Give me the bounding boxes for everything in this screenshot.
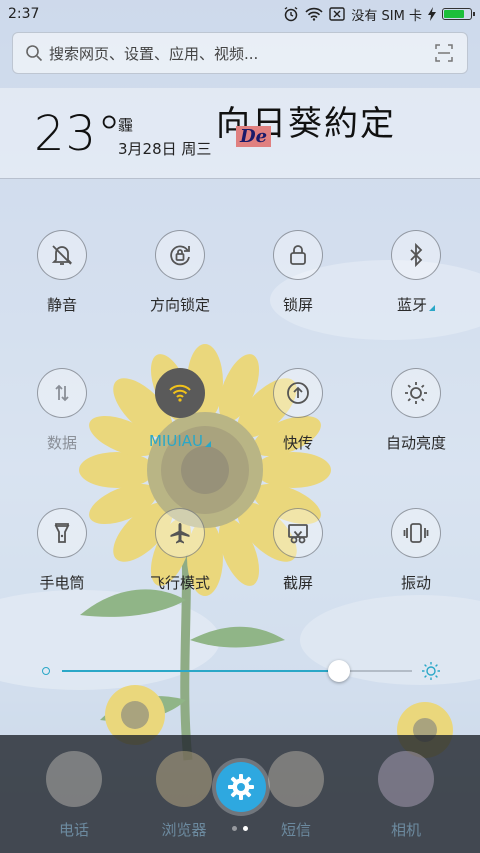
- messages-app-icon: [268, 751, 324, 807]
- date-text: 3月28日 周三: [118, 140, 212, 158]
- brightness-high-icon: [422, 662, 440, 680]
- wifi-icon: [167, 380, 193, 406]
- settings-button[interactable]: [216, 762, 266, 812]
- toggle-button[interactable]: [391, 230, 441, 280]
- toggle-button[interactable]: [37, 230, 87, 280]
- toggle-auto-brightness[interactable]: 自动亮度: [356, 368, 476, 453]
- airplane-icon: [167, 520, 193, 546]
- toggle-bluetooth[interactable]: 蓝牙: [356, 230, 476, 315]
- clock: 2:37: [8, 6, 40, 22]
- browser-app-icon: [156, 751, 212, 807]
- dock-app-label: 相机: [390, 821, 421, 839]
- wifi-status-icon: [305, 7, 324, 21]
- toggle-button[interactable]: [155, 230, 205, 280]
- phone-app-icon: [46, 751, 102, 807]
- dock-app[interactable]: 相机: [376, 751, 436, 840]
- status-bar: 2:37 没有 SIM 卡: [0, 0, 480, 28]
- toggle-airplane[interactable]: 飞行模式: [120, 508, 240, 593]
- toggle-label: MIUIAU: [120, 432, 240, 450]
- expand-indicator-icon: [429, 305, 435, 311]
- toggle-rotation-lock[interactable]: 方向锁定: [120, 230, 240, 315]
- page-indicator: [232, 826, 248, 831]
- toggle-label: 方向锁定: [149, 296, 210, 314]
- screenshot-icon: [285, 520, 311, 546]
- dock-app[interactable]: 浏览器: [154, 751, 214, 840]
- dock-app-label: 浏览器: [161, 821, 207, 839]
- brightness-slider[interactable]: [40, 660, 440, 684]
- rotation-lock-icon: [167, 242, 193, 268]
- charging-icon: [428, 7, 436, 21]
- brand-badge: De: [236, 126, 272, 147]
- brand-logo: 向日葵約定 De: [216, 96, 396, 166]
- search-icon: [26, 45, 43, 62]
- no-sim-icon: [329, 7, 346, 21]
- scan-icon[interactable]: [435, 44, 453, 62]
- dock-app-label: 短信: [280, 821, 311, 839]
- toggle-label: 振动: [400, 574, 431, 592]
- page-dot: [243, 826, 248, 831]
- toggle-button[interactable]: [391, 508, 441, 558]
- dock-app-label: 电话: [58, 821, 89, 839]
- bell-off-icon: [49, 242, 75, 268]
- search-placeholder: 搜索网页、设置、应用、视频...: [49, 44, 259, 63]
- toggle-label: 手电筒: [39, 574, 85, 592]
- toggle-label: 锁屏: [282, 296, 313, 314]
- flashlight-icon: [49, 520, 75, 546]
- toggle-button[interactable]: [37, 508, 87, 558]
- bluetooth-icon: [403, 242, 429, 268]
- upload-icon: [285, 380, 311, 406]
- toggle-button[interactable]: [155, 368, 205, 418]
- weather-condition: 霾: [118, 116, 134, 134]
- lock-icon: [285, 242, 311, 268]
- carrier-text: 没有 SIM 卡: [351, 8, 422, 24]
- toggle-button[interactable]: [273, 368, 323, 418]
- expand-indicator-icon: [205, 441, 211, 447]
- brightness-low-icon: [42, 667, 50, 675]
- camera-app-icon: [378, 751, 434, 807]
- toggle-button[interactable]: [37, 368, 87, 418]
- toggle-vibrate[interactable]: 振动: [356, 508, 476, 593]
- toggle-label: 截屏: [282, 574, 313, 592]
- toggle-button[interactable]: [155, 508, 205, 558]
- vibrate-icon: [403, 520, 429, 546]
- toggle-mobile-data[interactable]: 数据: [2, 368, 122, 453]
- toggle-bell-off[interactable]: 静音: [2, 230, 122, 315]
- toggle-wifi[interactable]: MIUIAU: [120, 368, 240, 450]
- auto-brightness-icon: [403, 380, 429, 406]
- toggle-button[interactable]: [273, 230, 323, 280]
- toggle-label: 数据: [46, 434, 77, 452]
- gear-icon: [228, 774, 254, 800]
- toggle-button[interactable]: [391, 368, 441, 418]
- toggle-upload[interactable]: 快传: [238, 368, 358, 453]
- toggle-lock[interactable]: 锁屏: [238, 230, 358, 315]
- battery-icon: [442, 8, 475, 20]
- toggle-label: 飞行模式: [149, 574, 210, 592]
- toggle-flashlight[interactable]: 手电筒: [2, 508, 122, 593]
- brightness-knob[interactable]: [327, 660, 350, 682]
- alarm-icon: [285, 6, 298, 22]
- dock-app[interactable]: 电话: [44, 751, 104, 840]
- mobile-data-icon: [49, 380, 75, 406]
- toggle-label: 蓝牙: [356, 294, 476, 315]
- brightness-fill: [62, 670, 339, 672]
- temperature: 23°: [34, 106, 123, 162]
- toggle-label: 自动亮度: [385, 434, 446, 452]
- search-bar[interactable]: 搜索网页、设置、应用、视频...: [12, 32, 468, 74]
- toggle-label: 快传: [282, 434, 313, 452]
- dock-app[interactable]: 短信: [266, 751, 326, 840]
- page-dot: [232, 826, 237, 831]
- toggle-label: 静音: [46, 296, 77, 314]
- toggle-screenshot[interactable]: 截屏: [238, 508, 358, 593]
- toggle-button[interactable]: [273, 508, 323, 558]
- weather-widget[interactable]: 23° 霾 3月28日 周三 向日葵約定 De: [0, 88, 480, 179]
